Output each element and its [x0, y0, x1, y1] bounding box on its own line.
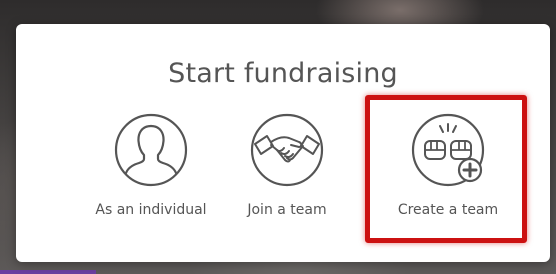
- handshake-icon: [250, 113, 324, 187]
- option-create-team-label: Create a team: [397, 202, 499, 218]
- background-accent-bar: [0, 270, 96, 274]
- option-join-team[interactable]: Join a team: [212, 112, 362, 232]
- option-individual-label: As an individual: [95, 202, 207, 218]
- fist-bump-plus-icon: [411, 113, 485, 187]
- option-individual[interactable]: As an individual: [76, 112, 226, 232]
- modal-title: Start fundraising: [168, 58, 398, 89]
- option-create-team[interactable]: Create a team: [373, 112, 523, 232]
- person-icon: [114, 113, 188, 187]
- start-fundraising-modal: Start fundraising As an individual Join …: [16, 24, 550, 262]
- option-join-team-label: Join a team: [247, 202, 327, 218]
